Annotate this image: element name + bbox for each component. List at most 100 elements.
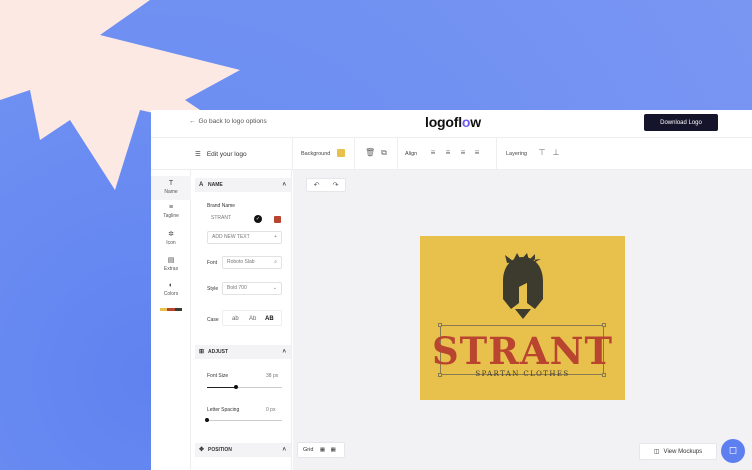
font-size-slider-handle[interactable] <box>234 385 238 389</box>
logo-editor-app: ← Go back to logo options logoflow Downl… <box>151 110 752 470</box>
case-title-button[interactable]: Ab <box>249 316 256 322</box>
font-size-input[interactable]: 38 px <box>266 373 278 379</box>
rail-item-label: Name <box>164 189 178 195</box>
resize-handle[interactable] <box>602 323 606 327</box>
adjust-section-header[interactable]: ⊞ ADJUST ˄ <box>195 345 291 359</box>
rail-item-colors[interactable]: ◐ Colors <box>151 282 191 297</box>
letter-spacing-input[interactable]: 0 px <box>266 407 275 413</box>
text-icon: T <box>168 180 174 187</box>
mockups-icon: ◫ <box>653 449 660 455</box>
style-select[interactable]: Bold 700 ⌄ <box>222 282 282 295</box>
toolbar-divider <box>354 138 355 170</box>
adjust-icon: ⊞ <box>199 349 205 355</box>
grid-large-icon[interactable]: ▦ <box>331 447 336 453</box>
color-strip <box>160 308 182 311</box>
toolbar-divider <box>397 138 398 170</box>
brand-name-value: STRANT <box>211 215 231 221</box>
duplicate-icon[interactable]: ⧉ <box>379 148 389 158</box>
style-value: Bold 700 <box>227 285 247 291</box>
extras-icon: ▤ <box>167 257 175 264</box>
font-size-fill <box>207 387 235 388</box>
chevron-up-icon: ˄ <box>282 182 286 188</box>
color-strip-yellow <box>160 308 168 311</box>
style-label: Style <box>207 286 219 292</box>
rail-item-name[interactable]: T Name <box>151 176 191 200</box>
undo-icon[interactable]: ↶ <box>314 181 320 189</box>
grid-toggle[interactable]: Grid ▦ ▦ <box>297 442 345 458</box>
toolbar-divider <box>496 138 497 170</box>
case-lower-button[interactable]: ab <box>232 316 239 322</box>
view-mockups-button[interactable]: ◫ View Mockups <box>639 443 717 460</box>
position-section-header[interactable]: ✥ POSITION ˄ <box>195 443 291 457</box>
rail-item-extras[interactable]: ▤ Extras <box>151 256 191 272</box>
letter-spacing-label: Letter Spacing <box>207 407 240 413</box>
send-backward-icon[interactable]: ⊥ <box>551 148 561 158</box>
logo-accent: o <box>461 114 471 130</box>
editor-toolbar: ☰ Edit your logo Background 🗑 ⧉ Align ≡ … <box>151 138 752 170</box>
back-link-label: Go back to logo options <box>198 118 267 125</box>
align-right-icon[interactable]: ≡ <box>458 148 468 158</box>
rail-item-label: Tagline <box>163 213 179 219</box>
logo-preview[interactable]: STRANT SPARTAN CLOTHES <box>420 236 625 400</box>
trash-icon[interactable]: 🗑 <box>365 148 375 158</box>
edit-title: ☰ Edit your logo <box>195 150 247 159</box>
chevron-up-icon: ˄ <box>282 447 286 453</box>
font-size-unit: px <box>272 373 279 379</box>
toolbar-divider <box>292 138 293 170</box>
brand-name-label: Brand Name <box>207 203 236 209</box>
star-icon: ✲ <box>168 231 174 238</box>
rail-item-icon[interactable]: ✲ Icon <box>151 230 191 246</box>
position-section-title: POSITION <box>208 447 232 453</box>
add-text-placeholder: ADD NEW TEXT <box>212 234 250 240</box>
logo-prefix: logofl <box>425 114 462 130</box>
plus-icon: + <box>274 234 277 240</box>
case-label: Case <box>207 317 219 323</box>
rail-item-label: Extras <box>163 266 179 272</box>
letter-spacing-value: 0 <box>266 407 269 413</box>
rail-item-label: Icon <box>166 240 176 246</box>
letter-spacing-track <box>207 420 282 421</box>
app-logo[interactable]: logoflow <box>425 114 481 130</box>
add-text-input[interactable]: ADD NEW TEXT + <box>207 231 282 244</box>
properties-panel: A NAME ˄ Brand Name STRANT ✓ ADD NEW TEX… <box>192 170 292 470</box>
arrow-left-icon: ← <box>189 118 196 125</box>
brand-text[interactable]: STRANT <box>420 329 625 373</box>
color-strip-dark <box>174 308 182 311</box>
case-upper-button[interactable]: AB <box>265 316 274 322</box>
bring-forward-icon[interactable]: ⊤ <box>537 148 547 158</box>
grid-label: Grid <box>303 447 314 453</box>
color-strip-red <box>167 308 175 311</box>
tool-rail: T Name ≡ Tagline ✲ Icon ▤ Extras ◐ Color… <box>151 170 191 470</box>
chevron-up-icon: ˄ <box>282 349 286 355</box>
search-icon: ⌕ <box>274 259 277 265</box>
download-logo-button[interactable]: Download Logo <box>644 114 718 131</box>
chat-icon[interactable]: ◻ <box>721 439 745 463</box>
letter-spacing-slider-handle[interactable] <box>205 418 209 422</box>
redo-icon[interactable]: ↷ <box>333 181 339 189</box>
confirm-icon[interactable]: ✓ <box>254 215 262 223</box>
align-left-icon[interactable]: ≡ <box>428 148 438 158</box>
align-center-icon[interactable]: ≡ <box>443 148 453 158</box>
canvas-area[interactable]: ↶ ↷ STRANT SPARTAN CLOTHES Grid ▦ ▦ ◫ Vi… <box>293 170 752 470</box>
download-logo-label: Download Logo <box>660 119 702 126</box>
move-icon: ✥ <box>199 447 205 453</box>
spartan-helmet-icon[interactable] <box>497 253 549 323</box>
resize-handle[interactable] <box>438 323 442 327</box>
name-section-title: NAME <box>208 182 223 188</box>
tagline-text[interactable]: SPARTAN CLOTHES <box>420 370 625 378</box>
brand-color-chip[interactable] <box>274 216 281 223</box>
grid-small-icon[interactable]: ▦ <box>320 447 325 453</box>
font-size-label: Font Size <box>207 373 229 379</box>
logo-suffix: w <box>470 114 481 130</box>
font-select[interactable]: Roboto Slab ⌕ <box>222 256 282 269</box>
align-justify-icon[interactable]: ≡ <box>472 148 482 158</box>
view-mockups-label: View Mockups <box>663 448 703 455</box>
name-section-header[interactable]: A NAME ˄ <box>195 178 291 192</box>
rail-item-tagline[interactable]: ≡ Tagline <box>151 204 191 219</box>
font-size-value: 38 <box>266 373 272 379</box>
back-link[interactable]: ← Go back to logo options <box>189 118 267 125</box>
background-label: Background <box>301 151 331 157</box>
font-label: Font <box>207 260 218 266</box>
background-color-swatch[interactable] <box>337 149 345 157</box>
adjust-section-title: ADJUST <box>208 349 229 355</box>
